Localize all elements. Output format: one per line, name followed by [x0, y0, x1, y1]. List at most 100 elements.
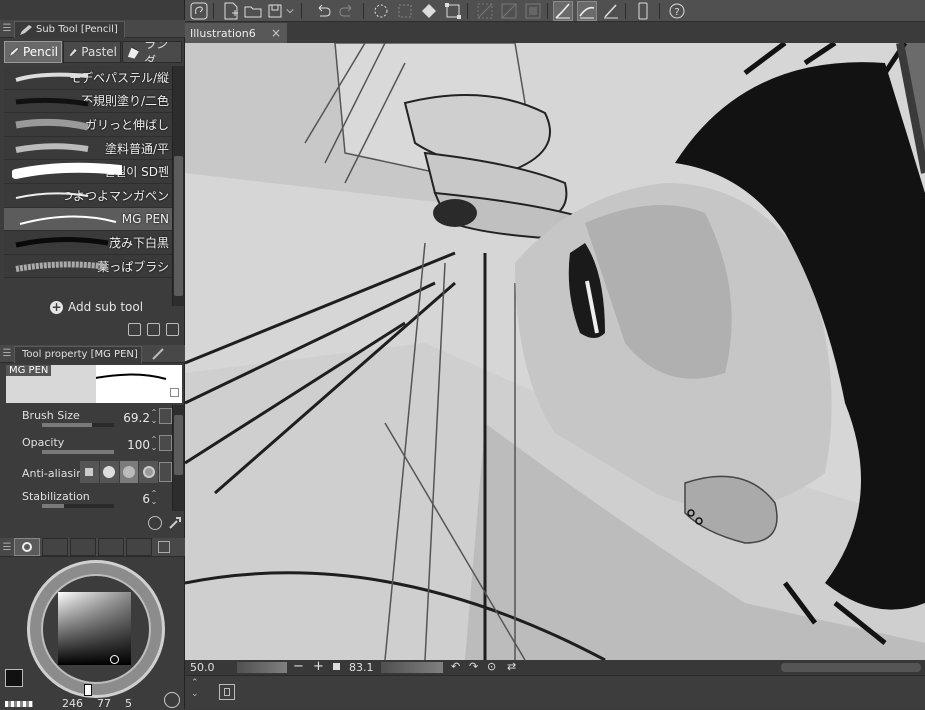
zoom-value[interactable]: 50.0 [190, 661, 215, 674]
chevron-down-icon[interactable] [285, 1, 295, 21]
clear-icon[interactable] [395, 1, 415, 21]
aa-strong-option[interactable] [139, 461, 158, 483]
new-file-icon[interactable] [221, 1, 241, 21]
loading-spinner-icon[interactable] [371, 1, 391, 21]
tab-random[interactable]: ランダ [122, 41, 182, 63]
tab-intermediate-color[interactable] [98, 538, 124, 556]
add-sub-tool-button[interactable]: + Add sub tool [50, 300, 143, 314]
opacity-slider[interactable] [42, 450, 114, 454]
opacity-dynamics-button[interactable] [159, 435, 172, 451]
rotate-right-icon[interactable]: ↷ [469, 660, 478, 673]
import-icon[interactable] [128, 323, 141, 336]
stabilization-slider[interactable] [42, 504, 114, 508]
rotation-slider[interactable] [381, 662, 443, 673]
anti-aliasing-expand-button[interactable] [159, 462, 172, 482]
tab-tool-property[interactable]: Tool property [MG PEN] [14, 345, 142, 363]
brush-size-value[interactable]: 69.2 [123, 411, 150, 425]
reset-rotation-icon[interactable]: ⊙ [487, 660, 496, 673]
rotation-value[interactable]: 83.1 [349, 661, 374, 674]
deselect-icon[interactable] [475, 1, 495, 21]
transparent-color-swatch[interactable] [5, 701, 33, 707]
opacity-spinner[interactable]: ⌃ ⌄ [150, 436, 158, 452]
hue-marker[interactable] [84, 684, 92, 696]
duplicate-icon[interactable] [147, 323, 160, 336]
tab-illustration[interactable]: Illustration6 × [185, 23, 287, 43]
undo-icon[interactable] [313, 1, 333, 21]
list-item[interactable]: 茂み下白黒 [4, 231, 172, 255]
main-color-swatch[interactable] [5, 669, 23, 687]
tab-pencil[interactable]: Pencil [4, 41, 62, 63]
list-item[interactable]: 塗料普通/平 [4, 136, 172, 161]
menu-grip-icon[interactable]: ☰ [0, 20, 14, 38]
aa-weak-option[interactable] [99, 461, 119, 483]
tab-approximate-color[interactable] [126, 538, 152, 556]
smartphone-connect-icon[interactable] [633, 1, 653, 21]
reset-icon[interactable] [148, 516, 162, 530]
pastel-icon [68, 48, 78, 57]
list-item[interactable]: 不規則塗り/二色 [4, 89, 172, 114]
subtool-label: 塗料普通/平 [104, 141, 169, 156]
rotate-left-icon[interactable]: ↶ [451, 660, 460, 673]
horizontal-scrollbar[interactable] [781, 663, 921, 672]
snap-ruler-icon[interactable] [553, 1, 573, 21]
lock-icon[interactable] [170, 388, 179, 397]
zoom-slider[interactable] [237, 662, 287, 673]
saturation-value-square[interactable] [58, 592, 131, 665]
wrench-icon[interactable] [168, 516, 182, 530]
snap-special-ruler-icon[interactable] [577, 1, 597, 21]
collapse-toggle-icon[interactable]: ⌃ ⌄ [191, 678, 199, 700]
brush-size-dynamics-button[interactable] [159, 408, 172, 424]
app-logo-icon[interactable] [189, 1, 209, 21]
list-item-selected[interactable]: MG PEN [4, 207, 172, 232]
aa-medium-option[interactable] [119, 461, 139, 483]
brush-size-fill [42, 423, 93, 427]
snap-grid-icon[interactable] [601, 1, 621, 21]
flip-horizontal-icon[interactable]: ⇄ [507, 660, 516, 673]
selection-border-icon[interactable] [523, 1, 543, 21]
scrollbar-thumb[interactable] [174, 415, 183, 475]
brush-size-spinner[interactable]: ⌃ ⌄ [150, 409, 158, 425]
subtool-list-scrollbar[interactable] [172, 66, 184, 306]
tab-color-wheel[interactable] [14, 538, 40, 556]
subtool-label: MG PEN [121, 211, 169, 226]
canvas-area[interactable] [185, 43, 925, 660]
invert-selection-icon[interactable] [499, 1, 519, 21]
list-item[interactable]: つよつよマンガペン [4, 183, 172, 208]
list-item[interactable]: 葉っぱブラシ [4, 254, 172, 279]
zoom-in-icon[interactable]: + [313, 659, 324, 674]
close-icon[interactable]: × [271, 26, 281, 40]
fit-icon[interactable] [333, 663, 340, 670]
menu-grip-icon[interactable]: ☰ [0, 538, 14, 556]
canvas-status-bar: 50.0 − + 83.1 ↶ ↷ ⊙ ⇄ [185, 659, 925, 675]
list-item[interactable]: ガリっと伸ばし [4, 113, 172, 137]
tab-color-set[interactable] [70, 538, 96, 556]
list-item[interactable]: モデベパステル/縦 [4, 66, 172, 90]
trash-icon[interactable] [166, 323, 179, 336]
tab-pastel[interactable]: Pastel [63, 41, 121, 63]
transform-icon[interactable] [443, 1, 463, 21]
menu-grip-icon[interactable]: ☰ [0, 345, 14, 363]
stabilization-value[interactable]: 6 [142, 492, 150, 506]
pen-settings-icon[interactable] [152, 347, 166, 360]
list-item[interactable]: 필필이 SD펜 [4, 160, 172, 184]
brush-size-slider[interactable] [42, 423, 114, 427]
tab-color-slider[interactable] [42, 538, 68, 556]
aa-none-option[interactable] [80, 461, 99, 483]
navigator-icon[interactable] [219, 684, 235, 700]
tool-property-scrollbar[interactable] [172, 405, 184, 511]
color-picker-cursor[interactable] [110, 655, 119, 664]
tab-subtool[interactable]: Sub Tool [Pencil] [14, 20, 125, 38]
open-folder-icon[interactable] [243, 1, 263, 21]
chevron-down-icon[interactable] [158, 541, 170, 553]
zoom-out-icon[interactable]: − [293, 659, 304, 674]
stabilization-spinner[interactable]: ⌃ ⌄ [150, 490, 158, 506]
opacity-value[interactable]: 100 [127, 438, 150, 452]
brush-stroke-preview-icon [35, 373, 167, 396]
save-icon[interactable] [265, 1, 285, 21]
brush-stroke-preview-icon [15, 143, 89, 153]
fill-icon[interactable] [419, 1, 439, 21]
scrollbar-thumb[interactable] [174, 156, 183, 296]
play-icon[interactable] [164, 692, 180, 708]
help-icon[interactable]: ? [667, 1, 687, 21]
redo-icon[interactable] [337, 1, 357, 21]
